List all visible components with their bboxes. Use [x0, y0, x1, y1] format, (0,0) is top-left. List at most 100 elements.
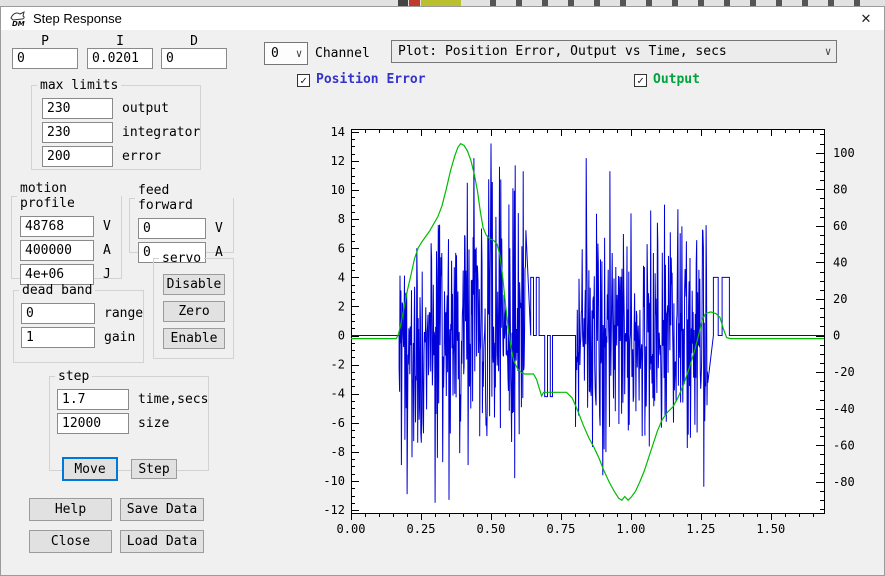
- acceleration-label: A: [103, 243, 111, 258]
- max-output-input[interactable]: [42, 98, 113, 119]
- svg-text:-12: -12: [323, 503, 345, 517]
- close-button[interactable]: Close: [29, 530, 112, 553]
- svg-text:-20: -20: [833, 365, 855, 379]
- svg-text:6: 6: [338, 241, 345, 255]
- servo-disable-button[interactable]: Disable: [163, 274, 225, 295]
- max-limits-group: max limits output integrator error: [31, 78, 201, 170]
- p-label: P: [12, 34, 78, 49]
- step-time-label: time,secs: [138, 392, 208, 407]
- step-size-input[interactable]: [57, 413, 129, 434]
- max-integrator-input[interactable]: [42, 122, 113, 143]
- feed-forward-title: feed forward: [135, 183, 233, 213]
- dead-band-title: dead band: [19, 283, 95, 298]
- svg-text:-10: -10: [323, 474, 345, 488]
- motion-profile-title: motion profile: [17, 181, 121, 211]
- svg-text:-4: -4: [331, 387, 345, 401]
- max-error-input[interactable]: [42, 146, 113, 167]
- svg-text:14: 14: [331, 125, 345, 139]
- svg-text:-60: -60: [833, 438, 855, 452]
- max-error-label: error: [122, 149, 161, 164]
- svg-text:10: 10: [331, 183, 345, 197]
- title-bar: DM Step Response ✕: [1, 7, 884, 30]
- servo-group: servo Disable Zero Enable: [153, 251, 234, 359]
- p-input[interactable]: [12, 48, 78, 69]
- step-time-input[interactable]: [57, 389, 129, 410]
- svg-text:100: 100: [833, 146, 855, 160]
- servo-zero-button[interactable]: Zero: [163, 301, 225, 322]
- step-response-dialog: DM Step Response ✕ P I D 0 ∨ Channel Plo…: [0, 6, 885, 576]
- chevron-down-icon: ∨: [291, 47, 307, 60]
- max-limits-title: max limits: [37, 78, 121, 93]
- jerk-label: J: [103, 267, 111, 282]
- velocity-label: V: [103, 219, 111, 234]
- max-integrator-label: integrator: [122, 125, 200, 140]
- step-title: step: [55, 369, 92, 384]
- help-button[interactable]: Help: [29, 498, 112, 521]
- chevron-down-icon: ∨: [820, 45, 836, 58]
- acceleration-input[interactable]: [20, 240, 94, 261]
- step-size-label: size: [138, 416, 169, 431]
- dead-band-gain-input[interactable]: [21, 327, 95, 348]
- dm-logo-icon: DM: [9, 10, 27, 27]
- svg-text:80: 80: [833, 182, 847, 196]
- channel-value: 0: [265, 46, 291, 61]
- channel-select[interactable]: 0 ∨: [264, 42, 308, 65]
- svg-text:0: 0: [833, 329, 840, 343]
- servo-title: servo: [159, 251, 204, 266]
- d-label: D: [161, 34, 227, 49]
- position-error-checkbox[interactable]: ✓: [297, 74, 310, 87]
- ff-velocity-label: V: [215, 221, 223, 236]
- svg-text:60: 60: [833, 219, 847, 233]
- velocity-input[interactable]: [20, 216, 94, 237]
- svg-text:20: 20: [833, 292, 847, 306]
- move-button[interactable]: Move: [62, 457, 118, 481]
- channel-label: Channel: [315, 46, 370, 61]
- svg-text:0.00: 0.00: [337, 522, 366, 536]
- svg-text:4: 4: [338, 270, 345, 284]
- position-error-label: Position Error: [316, 72, 426, 87]
- svg-text:1.00: 1.00: [616, 522, 645, 536]
- i-input[interactable]: [87, 48, 153, 69]
- step-group: step time,secs size Move Step: [49, 369, 209, 471]
- chart-svg: 0.000.250.500.751.001.251.5014121086420-…: [301, 113, 876, 573]
- svg-text:-2: -2: [331, 358, 345, 372]
- save-data-button[interactable]: Save Data: [120, 498, 204, 521]
- servo-enable-button[interactable]: Enable: [163, 328, 225, 349]
- load-data-button[interactable]: Load Data: [120, 530, 204, 553]
- dead-band-range-label: range: [104, 306, 143, 321]
- jerk-input[interactable]: [20, 264, 94, 285]
- svg-text:40: 40: [833, 255, 847, 269]
- dead-band-group: dead band range gain: [13, 283, 144, 363]
- svg-text:0.50: 0.50: [476, 522, 505, 536]
- svg-text:2: 2: [338, 299, 345, 313]
- dead-band-gain-label: gain: [104, 330, 135, 345]
- dead-band-range-input[interactable]: [21, 303, 95, 324]
- window-title: Step Response: [33, 11, 122, 26]
- step-button[interactable]: Step: [131, 459, 177, 479]
- close-icon[interactable]: ✕: [848, 7, 884, 30]
- svg-text:8: 8: [338, 212, 345, 226]
- svg-text:-40: -40: [833, 402, 855, 416]
- svg-text:1.25: 1.25: [686, 522, 715, 536]
- svg-text:0.75: 0.75: [546, 522, 575, 536]
- svg-text:-6: -6: [331, 416, 345, 430]
- plot-select-value: Plot: Position Error, Output vs Time, se…: [392, 44, 820, 59]
- output-label: Output: [653, 72, 700, 87]
- output-checkbox[interactable]: ✓: [634, 74, 647, 87]
- svg-text:-80: -80: [833, 475, 855, 489]
- svg-text:12: 12: [331, 154, 345, 168]
- d-input[interactable]: [161, 48, 227, 69]
- motion-profile-group: motion profile V A J: [11, 181, 122, 279]
- svg-text:1.50: 1.50: [756, 522, 785, 536]
- max-output-label: output: [122, 101, 169, 116]
- screen: DM Step Response ✕ P I D 0 ∨ Channel Plo…: [0, 0, 885, 576]
- i-label: I: [87, 34, 153, 49]
- svg-text:DM: DM: [12, 20, 25, 27]
- svg-text:-8: -8: [331, 445, 345, 459]
- step-response-chart: 0.000.250.500.751.001.251.5014121086420-…: [301, 113, 876, 573]
- svg-text:0: 0: [338, 329, 345, 343]
- ff-velocity-input[interactable]: [138, 218, 206, 239]
- feed-forward-group: feed forward V A: [129, 183, 234, 253]
- plot-select[interactable]: Plot: Position Error, Output vs Time, se…: [391, 40, 837, 63]
- svg-text:0.25: 0.25: [407, 522, 436, 536]
